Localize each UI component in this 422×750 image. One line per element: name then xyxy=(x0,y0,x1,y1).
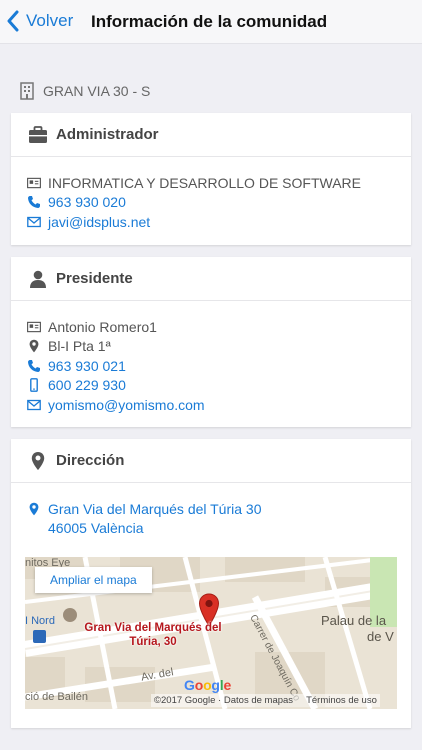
address-line2-link[interactable]: 46005 València xyxy=(25,519,411,539)
president-mobile: 600 229 930 xyxy=(48,377,126,394)
president-name: Antonio Romero1 xyxy=(48,318,157,335)
address-card-header: Dirección xyxy=(11,439,411,483)
chevron-left-icon xyxy=(7,10,19,32)
map-data-link[interactable]: Datos de mapas xyxy=(224,695,293,706)
page-title: Información de la comunidad xyxy=(91,12,328,31)
community-header: GRAN VIA 30 - S xyxy=(19,82,150,100)
president-email-link[interactable]: yomismo@yomismo.com xyxy=(25,395,411,415)
administrator-card-header: Administrador xyxy=(11,113,411,157)
president-card-header: Presidente xyxy=(11,257,411,301)
administrator-company-row: INFORMATICA Y DESARROLLO DE SOFTWARE xyxy=(25,173,411,193)
administrator-phone-link[interactable]: 963 930 020 xyxy=(25,193,411,213)
map-place-label: Gran Via del Marqués del Túria, 30 xyxy=(84,622,222,648)
address-line1-link[interactable]: Gran Via del Marqués del Túria 30 xyxy=(25,499,411,519)
id-card-icon xyxy=(27,177,41,188)
address-card: Dirección Gran Via del Marqués del Túria… xyxy=(11,439,411,728)
navigation-bar: Volver Información de la comunidad xyxy=(0,0,422,44)
president-email: yomismo@yomismo.com xyxy=(48,396,205,413)
map-marker-icon xyxy=(29,340,39,353)
community-name: GRAN VIA 30 - S xyxy=(43,83,151,99)
map-marker-icon xyxy=(31,451,45,470)
building-icon xyxy=(20,82,34,100)
president-phone-link[interactable]: 963 930 021 xyxy=(25,356,411,376)
map-label-palau-2: de V xyxy=(367,629,394,644)
map-label-bailen: ció de Bailén xyxy=(25,691,88,703)
location-map[interactable]: nitos Eye Palau de la de V Carrer de Joa… xyxy=(25,557,397,709)
president-phone: 963 930 021 xyxy=(48,357,126,374)
address-title: Dirección xyxy=(56,452,125,469)
administrator-phone: 963 930 020 xyxy=(48,194,126,211)
president-location-row: Bl-I Pta 1ª xyxy=(25,337,411,357)
president-card: Presidente Antonio Romero1 Bl-I Pta 1ª 9… xyxy=(11,257,411,427)
administrator-company: INFORMATICA Y DESARROLLO DE SOFTWARE xyxy=(48,174,361,191)
map-copyright: ©2017 Google xyxy=(154,695,216,706)
map-label-nord: I Nord xyxy=(25,615,55,627)
envelope-icon xyxy=(27,216,41,227)
back-button[interactable]: Volver xyxy=(6,10,73,32)
phone-icon xyxy=(28,196,40,209)
president-name-row: Antonio Romero1 xyxy=(25,317,411,337)
president-location: Bl-I Pta 1ª xyxy=(48,338,111,355)
mobile-phone-icon xyxy=(30,378,38,393)
google-logo: Google xyxy=(184,677,232,693)
map-attribution: ©2017 Google · Datos de mapas Términos d… xyxy=(151,694,380,707)
address-line1: Gran Via del Marqués del Túria 30 xyxy=(48,500,262,517)
administrator-email: javi@idsplus.net xyxy=(48,213,151,230)
user-icon xyxy=(30,270,46,288)
map-label-palau: Palau de la xyxy=(321,613,387,628)
administrator-email-link[interactable]: javi@idsplus.net xyxy=(25,212,411,232)
phone-icon xyxy=(28,359,40,372)
address-line2: 46005 València xyxy=(48,520,144,537)
expand-map-button[interactable]: Ampliar el mapa xyxy=(35,567,152,593)
briefcase-icon xyxy=(29,125,47,143)
administrator-card: Administrador INFORMATICA Y DESARROLLO D… xyxy=(11,113,411,245)
id-card-icon xyxy=(27,321,41,332)
back-label: Volver xyxy=(26,11,74,30)
envelope-icon xyxy=(27,399,41,410)
president-mobile-link[interactable]: 600 229 930 xyxy=(25,376,411,396)
map-terms-link[interactable]: Términos de uso xyxy=(306,695,377,706)
map-marker-icon xyxy=(29,502,39,516)
administrator-title: Administrador xyxy=(56,126,159,143)
president-title: Presidente xyxy=(56,270,133,287)
